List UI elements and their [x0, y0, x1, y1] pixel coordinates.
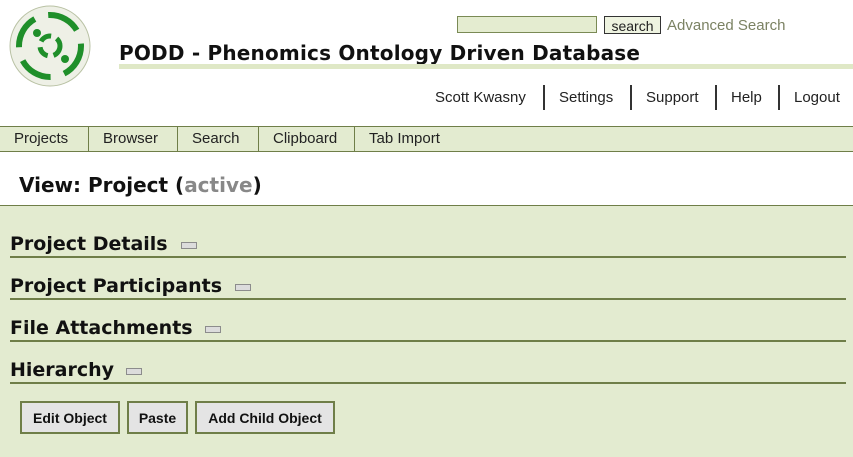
settings-link[interactable]: Settings — [559, 85, 613, 111]
nav-separator — [778, 85, 780, 110]
support-link[interactable]: Support — [646, 85, 699, 111]
advanced-search-link[interactable]: Advanced Search — [667, 17, 785, 34]
expand-toggle-icon[interactable] — [126, 368, 142, 375]
section-title: File Attachments — [10, 317, 193, 339]
nav-separator — [630, 85, 632, 110]
paste-button[interactable]: Paste — [127, 401, 188, 434]
nav-separator — [543, 85, 545, 110]
title-underline — [119, 64, 853, 69]
tab-search[interactable]: Search — [178, 127, 259, 151]
section-title: Project Details — [10, 233, 168, 255]
search-button[interactable]: search — [604, 16, 661, 34]
section-title: Hierarchy — [10, 359, 115, 381]
expand-toggle-icon[interactable] — [181, 242, 197, 249]
tab-projects[interactable]: Projects — [0, 127, 89, 151]
help-link[interactable]: Help — [731, 85, 762, 111]
page-title: View: Project (active) — [19, 173, 262, 197]
add-child-object-button[interactable]: Add Child Object — [195, 401, 335, 434]
edit-object-button[interactable]: Edit Object — [20, 401, 120, 434]
podd-logo — [9, 5, 91, 87]
search-input[interactable] — [457, 16, 597, 33]
page-title-prefix: View: Project ( — [19, 173, 185, 197]
section-file-attachments[interactable]: File Attachments — [10, 312, 846, 342]
section-hierarchy[interactable]: Hierarchy — [10, 354, 846, 384]
user-name-link[interactable]: Scott Kwasny — [435, 85, 526, 111]
expand-toggle-icon[interactable] — [205, 326, 221, 333]
section-project-participants[interactable]: Project Participants — [10, 270, 846, 300]
section-title: Project Participants — [10, 275, 223, 297]
page-title-suffix: ) — [252, 173, 262, 197]
tab-tab-import[interactable]: Tab Import — [355, 127, 455, 151]
user-nav: Scott Kwasny Settings Support Help Logou… — [420, 85, 853, 111]
project-status: active — [184, 173, 253, 197]
expand-toggle-icon[interactable] — [235, 284, 251, 291]
main-tab-bar: Projects Browser Search Clipboard Tab Im… — [0, 126, 853, 152]
tab-clipboard[interactable]: Clipboard — [259, 127, 355, 151]
logout-link[interactable]: Logout — [794, 85, 840, 111]
nav-separator — [715, 85, 717, 110]
tab-browser[interactable]: Browser — [89, 127, 178, 151]
site-title: PODD - Phenomics Ontology Driven Databas… — [119, 41, 641, 65]
section-project-details[interactable]: Project Details — [10, 228, 846, 258]
